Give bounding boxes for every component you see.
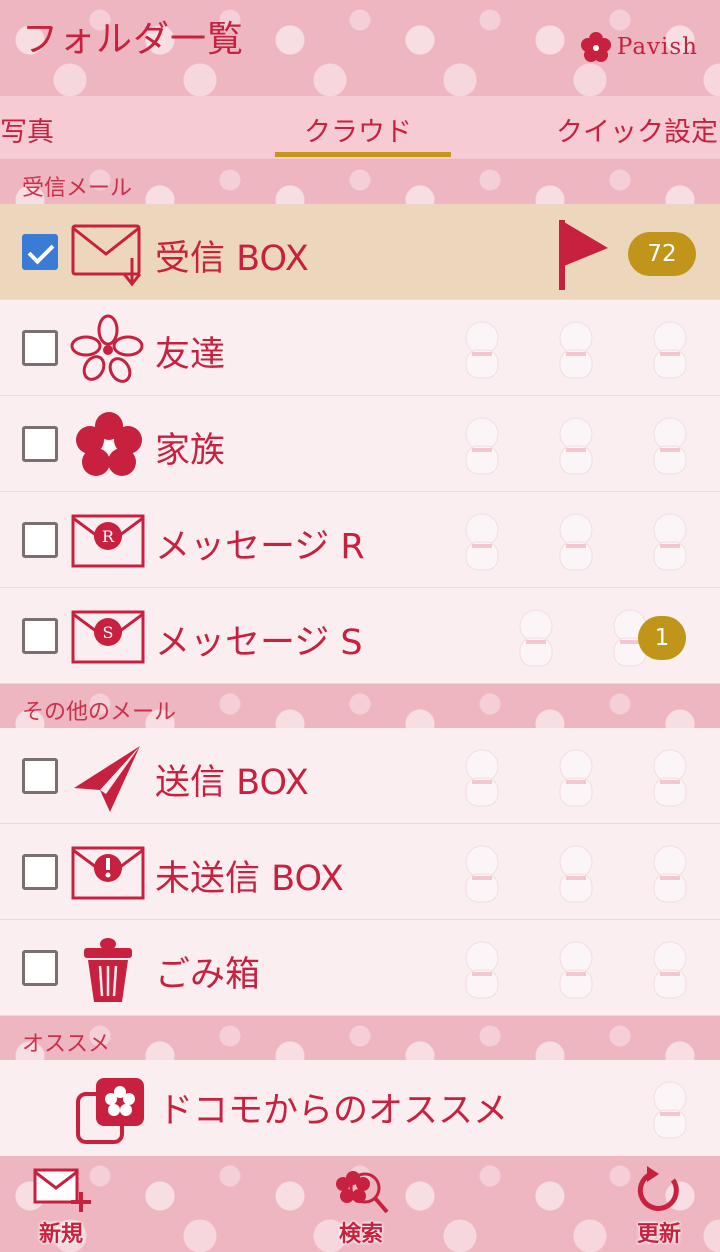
cat-icon — [559, 749, 593, 807]
brand-logo: Pavish — [580, 32, 698, 62]
folder-row-message-r[interactable]: R メッセージ R — [0, 492, 720, 588]
folder-name: 受信 BOX — [155, 239, 309, 279]
refresh-button[interactable]: 更新 — [614, 1164, 704, 1250]
decorative-cats — [506, 604, 660, 670]
inbox-envelope-icon — [71, 224, 142, 287]
svg-text:R: R — [102, 527, 115, 546]
cat-icon — [559, 321, 593, 379]
refresh-label: 更新 — [636, 1222, 681, 1247]
section-label: 受信メール — [22, 176, 133, 201]
refresh-icon — [637, 1166, 679, 1211]
decorative-cats — [452, 936, 700, 1002]
envelope-exclamation-icon — [71, 846, 145, 900]
cat-icon — [519, 609, 553, 667]
folder-checkbox[interactable] — [22, 522, 58, 558]
envelope-s-icon: S — [71, 610, 145, 664]
folder-checkbox[interactable] — [22, 618, 58, 654]
new-mail-button[interactable]: 新規 — [16, 1164, 106, 1250]
bottom-toolbar: 新規 検索 更新 — [0, 1156, 720, 1252]
tab-cloud[interactable]: クラウド — [304, 110, 412, 149]
flag-icon — [559, 220, 608, 290]
active-tab-indicator — [275, 152, 451, 157]
cat-icon — [465, 417, 499, 475]
unread-count-badge: 1 — [638, 616, 686, 660]
folder-checkbox[interactable] — [22, 950, 58, 986]
app-header: フォルダ一覧 Pavish — [0, 0, 720, 96]
decorative-cats — [640, 1076, 700, 1142]
cat-icon — [465, 749, 499, 807]
folder-row-sent[interactable]: 送信 BOX — [0, 728, 720, 824]
section-header-recommend: オススメ — [0, 1016, 720, 1060]
section-label: その他のメール — [22, 700, 177, 725]
decorative-cats — [452, 412, 700, 478]
recommend-row[interactable]: ドコモからのオススメ — [0, 1060, 720, 1156]
folder-checkbox[interactable] — [22, 854, 58, 890]
compose-mail-icon — [33, 1168, 91, 1212]
decorative-cats — [452, 316, 700, 382]
folder-row-friends[interactable]: 友達 — [0, 300, 720, 396]
folder-checkbox[interactable] — [22, 234, 58, 270]
folder-name: メッセージ S — [155, 623, 363, 663]
folder-checkbox[interactable] — [22, 426, 58, 462]
cat-icon — [653, 417, 687, 475]
cat-icon — [653, 941, 687, 999]
cat-icon — [653, 1081, 687, 1139]
flower-icon — [70, 314, 144, 383]
folder-name: 友達 — [155, 335, 226, 375]
tab-photos[interactable]: 写真 — [0, 110, 54, 149]
tab-bar: 写真 クラウド クイック設定 — [0, 96, 720, 160]
recommend-name: ドコモからのオススメ — [158, 1091, 509, 1131]
folder-name: 未送信 BOX — [155, 859, 344, 899]
cat-icon — [559, 417, 593, 475]
plum-blossom-icon — [76, 412, 142, 476]
plum-logo-icon — [580, 32, 611, 62]
envelope-r-icon: R — [71, 514, 145, 568]
folder-checkbox[interactable] — [22, 758, 58, 794]
cat-icon — [653, 513, 687, 571]
cat-icon — [653, 749, 687, 807]
cat-icon — [653, 845, 687, 903]
cat-icon — [559, 845, 593, 903]
recommend-icon — [76, 1078, 144, 1144]
decorative-cats — [452, 744, 700, 810]
page-title: フォルダ一覧 — [22, 19, 245, 60]
trash-can-icon — [84, 938, 132, 1002]
cat-icon — [465, 941, 499, 999]
cat-icon — [559, 941, 593, 999]
section-header-inbox: 受信メール — [0, 160, 720, 204]
unread-count-badge: 72 — [628, 232, 696, 276]
search-label: 検索 — [338, 1222, 383, 1247]
new-mail-label: 新規 — [38, 1222, 83, 1247]
section-label: オススメ — [22, 1032, 111, 1057]
svg-text:S: S — [103, 623, 114, 642]
folder-name: 家族 — [155, 431, 226, 471]
folder-checkbox[interactable] — [22, 330, 58, 366]
section-header-other-mail: その他のメール — [0, 684, 720, 728]
cat-icon — [559, 513, 593, 571]
folder-row-message-s[interactable]: S メッセージ S 1 — [0, 588, 720, 684]
search-icon — [336, 1171, 389, 1214]
folder-row-trash[interactable]: ごみ箱 — [0, 920, 720, 1016]
folder-row-family[interactable]: 家族 — [0, 396, 720, 492]
decorative-cats — [452, 508, 700, 574]
folder-row-unsent[interactable]: 未送信 BOX — [0, 824, 720, 920]
paper-plane-icon — [74, 746, 140, 812]
folder-name: ごみ箱 — [155, 955, 261, 995]
folder-name: 送信 BOX — [155, 763, 309, 803]
cat-icon — [465, 513, 499, 571]
folder-name: メッセージ R — [155, 527, 365, 567]
cat-icon — [465, 321, 499, 379]
search-button[interactable]: 検索 — [316, 1164, 406, 1250]
cat-icon — [465, 845, 499, 903]
brand-name: Pavish — [616, 34, 698, 60]
decorative-cats — [452, 840, 700, 906]
cat-icon — [653, 321, 687, 379]
tab-quick-settings[interactable]: クイック設定 — [556, 110, 718, 149]
folder-row-inbox[interactable]: 受信 BOX 72 — [0, 204, 720, 300]
